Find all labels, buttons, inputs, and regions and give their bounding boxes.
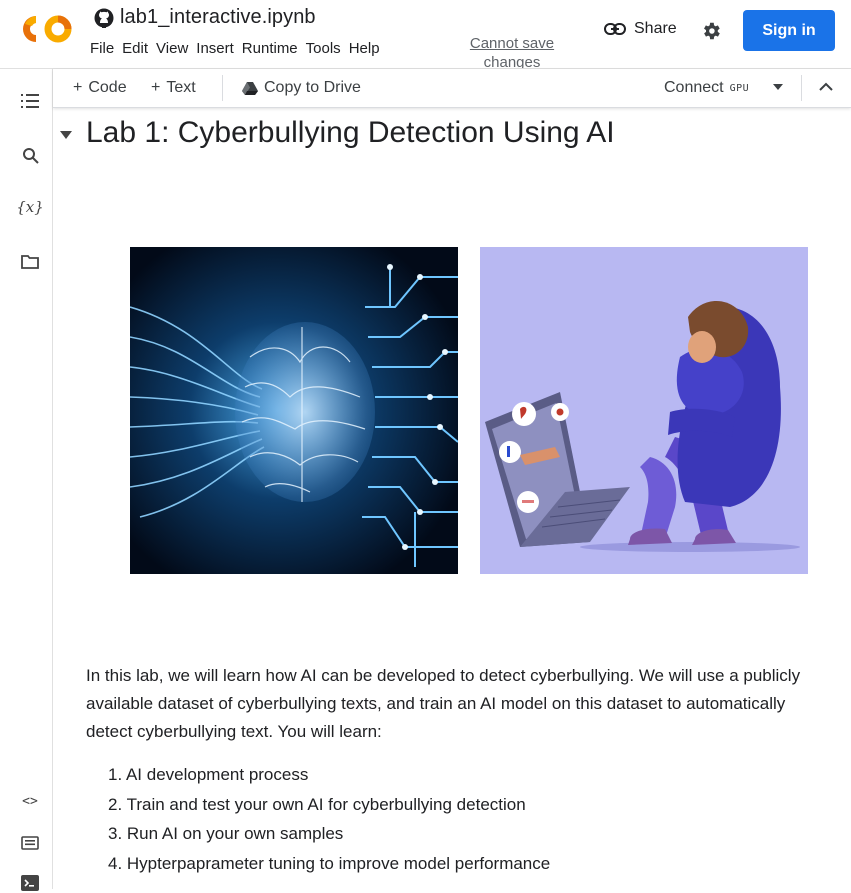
share-label: Share [634,20,677,37]
terminal-icon[interactable] [20,873,40,893]
menu-edit[interactable]: Edit [122,40,155,57]
google-drive-icon [242,82,258,95]
section-heading: Lab 1: Cyberbullying Detection Using AI [86,116,615,149]
menu-bar: File Edit View Insert Runtime Tools Help [90,40,388,57]
add-text-label: Text [166,79,196,96]
runtime-type-label: GPU [729,82,750,94]
link-icon [604,23,626,35]
share-button[interactable]: Share [604,20,677,38]
notebook-file-name[interactable]: lab1_interactive.ipynb [120,6,316,29]
folder-icon[interactable] [20,251,40,271]
copy-to-drive-button[interactable]: Copy to Drive [242,79,361,97]
connect-button[interactable]: Connect GPU [664,79,749,97]
plus-icon: + [151,79,161,96]
search-icon[interactable] [20,145,40,165]
section-heading-row: Lab 1: Cyberbullying Detection Using AI [60,116,615,150]
ai-brain-circuit-image [130,247,458,574]
sign-in-button[interactable]: Sign in [743,10,835,51]
connect-options-dropdown[interactable] [773,84,783,90]
collapse-header-button[interactable] [819,82,833,91]
menu-tools[interactable]: Tools [306,40,348,57]
menu-runtime[interactable]: Runtime [242,40,305,57]
add-text-cell-button[interactable]: + Text [151,79,196,97]
connect-label: Connect [664,79,724,96]
cyberbullying-victim-illustration [480,247,808,574]
toolbar-divider [801,75,802,101]
colab-logo[interactable] [22,12,74,46]
top-header: lab1_interactive.ipynb File Edit View In… [0,0,851,68]
menu-view[interactable]: View [156,40,195,57]
gear-icon[interactable] [700,20,722,42]
github-icon [94,8,114,28]
list-item: 3. Run AI on your own samples [108,824,344,843]
copy-to-drive-label: Copy to Drive [264,79,361,96]
list-item: 4. Hypterpaprameter tuning to improve mo… [108,853,551,873]
list-item: 2. Train and test your own AI for cyberb… [108,794,526,814]
list-item: 1. AI development process [108,765,309,784]
add-code-label: Code [88,79,127,96]
add-code-cell-button[interactable]: + Code [73,79,127,97]
menu-file[interactable]: File [90,40,121,57]
dropdown-arrow-icon [773,84,783,90]
save-status-link[interactable]: Cannot save changes [466,34,558,68]
menu-help[interactable]: Help [349,40,387,57]
learning-objectives-list: 1. AI development process 2. Train and t… [86,760,550,878]
code-snippets-icon[interactable]: <> [20,791,40,811]
menu-insert[interactable]: Insert [196,40,241,57]
intro-paragraph: In this lab, we will learn how AI can be… [86,666,801,741]
left-sidebar: {x} <> [0,69,53,891]
toolbar-divider [222,75,223,101]
notebook-toolbar: + Code + Text Copy to Drive Connect GPU [53,69,851,108]
variables-icon[interactable]: {x} [16,197,44,217]
chevron-up-icon [819,82,833,91]
command-palette-icon[interactable] [20,833,40,853]
plus-icon: + [73,79,83,96]
table-of-contents-icon[interactable] [20,91,40,111]
title-row: lab1_interactive.ipynb [94,6,316,29]
collapse-section-caret-icon[interactable] [60,131,72,139]
